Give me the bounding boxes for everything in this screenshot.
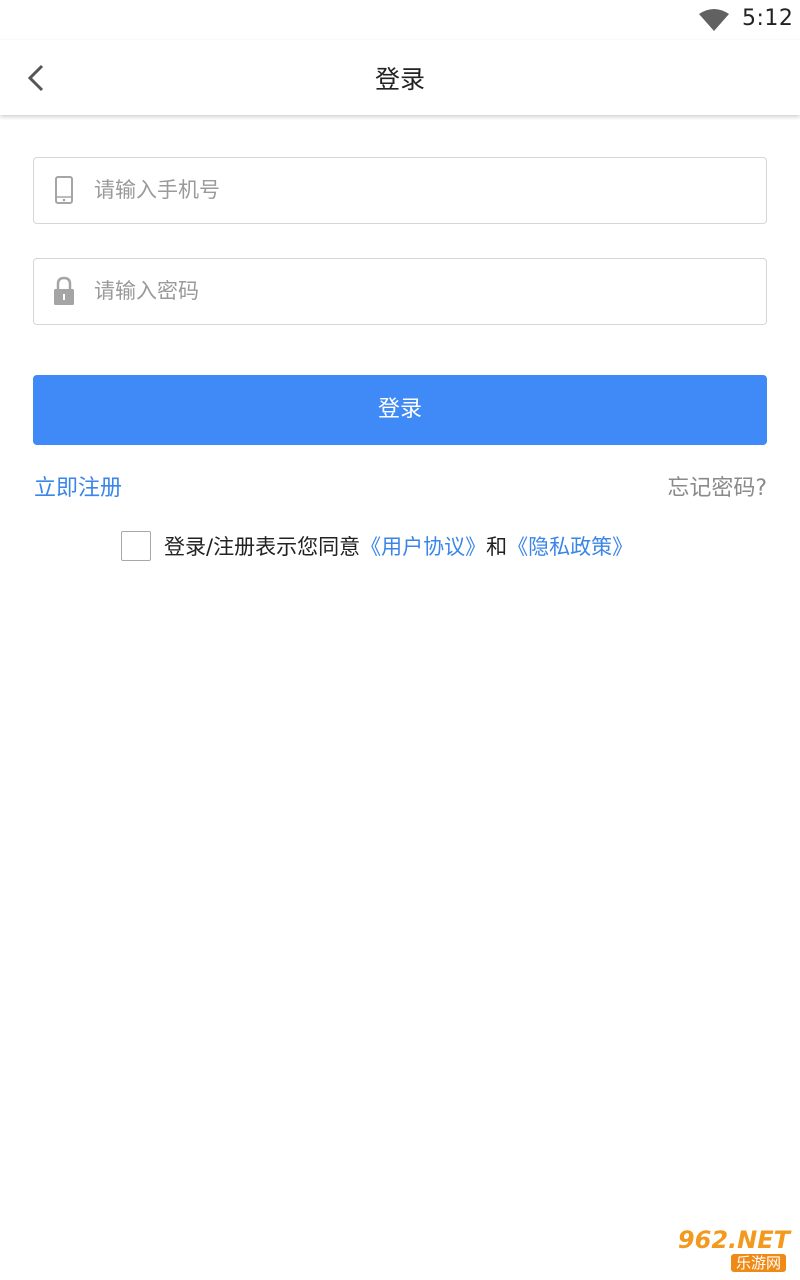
agreement-prefix: 登录/注册表示您同意 [164, 535, 361, 559]
phone-icon [55, 176, 73, 204]
app-bar: 登录 [0, 40, 800, 115]
forgot-password-link[interactable]: 忘记密码? [667, 470, 767, 502]
status-bar: 5:12 [0, 0, 800, 40]
user-agreement-link[interactable]: 《用户协议》 [360, 531, 486, 561]
lock-icon [54, 276, 74, 305]
watermark-logo: 962.NET 乐游网 [656, 1226, 794, 1274]
login-button[interactable]: 登录 [33, 375, 767, 445]
agreement-row: 登录/注册表示您同意 《用户协议》 和 《隐私政策》 [121, 530, 633, 562]
agreement-checkbox[interactable] [121, 531, 151, 561]
privacy-policy-link[interactable]: 《隐私政策》 [507, 531, 633, 561]
password-field[interactable] [33, 258, 767, 325]
watermark-text: 962.NET [677, 1226, 790, 1254]
phone-input[interactable] [94, 158, 754, 222]
status-time: 5:12 [742, 6, 794, 31]
watermark-subtext: 乐游网 [730, 1254, 786, 1272]
password-input[interactable] [94, 259, 754, 323]
phone-field[interactable] [33, 157, 767, 224]
register-link[interactable]: 立即注册 [34, 470, 122, 502]
page-title: 登录 [374, 65, 425, 94]
wifi-icon [699, 9, 729, 31]
agreement-and: 和 [486, 535, 508, 559]
